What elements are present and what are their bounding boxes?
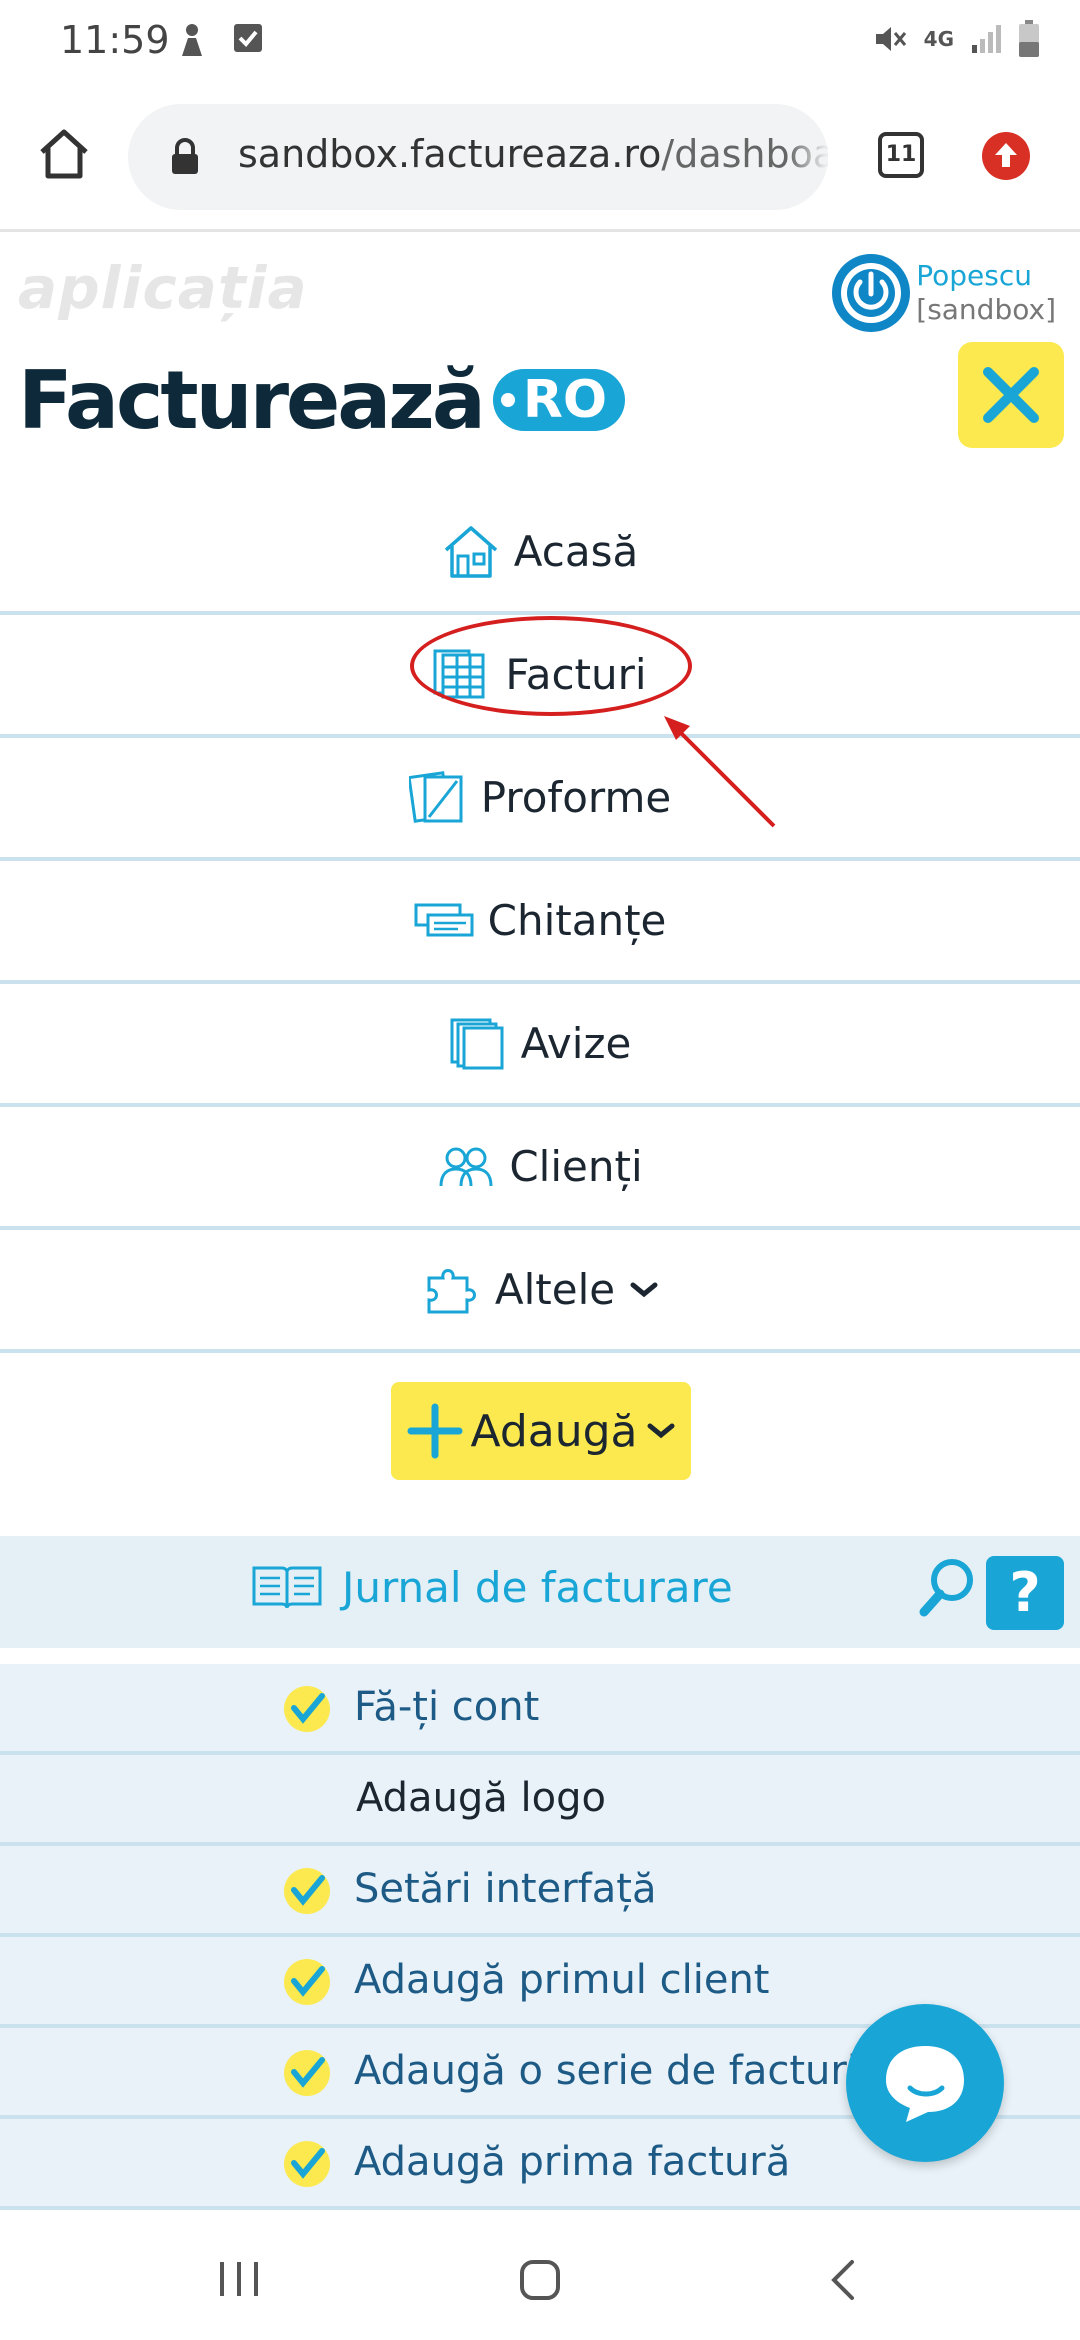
notices-icon <box>450 1018 504 1069</box>
app-label: aplicația <box>18 254 308 322</box>
checklist-item[interactable]: Fă-ți cont <box>0 1664 1080 1755</box>
menu-label: Acasă <box>513 527 639 576</box>
app-header: aplicația Facturează RO Popescu [sandbox… <box>0 232 1080 492</box>
check-icon <box>284 2141 330 2187</box>
check-icon <box>284 1868 330 1914</box>
url-host: sandbox.factureaza.ro <box>238 132 662 176</box>
menu-item-proforme[interactable]: Proforme <box>0 738 1080 861</box>
check-icon <box>284 1959 330 2005</box>
mute-icon <box>875 27 906 51</box>
chevron-down-icon <box>647 1423 674 1439</box>
checklist-item[interactable]: Setări interfață <box>0 1846 1080 1937</box>
puzzle-icon <box>427 1268 476 1313</box>
notification-person-icon <box>182 24 202 56</box>
address-bar[interactable]: sandbox.factureaza.ro/dashboard <box>128 104 828 210</box>
menu-label: Chitanțe <box>487 896 667 945</box>
menu-label: Proforme <box>480 773 672 822</box>
menu-item-clienti[interactable]: Clienți <box>0 1107 1080 1230</box>
checklist-label: Setări interfață <box>354 1866 657 1912</box>
check-icon <box>284 1686 330 1732</box>
close-icon <box>983 367 1039 423</box>
check-icon <box>284 2050 330 2096</box>
menu-item-chitante[interactable]: Chitanțe <box>0 861 1080 984</box>
help-button[interactable]: ? <box>986 1556 1064 1630</box>
user-context: [sandbox] <box>916 293 1056 326</box>
menu-label: Clienți <box>509 1142 643 1191</box>
journal-title: Jurnal de facturare <box>342 1562 733 1612</box>
user-account[interactable]: Popescu [sandbox] <box>832 254 1056 332</box>
system-nav-bar <box>0 2218 1080 2340</box>
url-text: sandbox.factureaza.ro/dashboard <box>238 132 828 176</box>
user-name[interactable]: Popescu <box>916 259 1056 293</box>
menu-label: Altele <box>494 1265 616 1314</box>
chevron-down-icon <box>630 1282 658 1297</box>
journal-header: Jurnal de facturare ? <box>0 1536 1080 1648</box>
menu-label: Avize <box>520 1019 632 1068</box>
menu-item-altele[interactable]: Altele <box>0 1230 1080 1353</box>
update-icon[interactable] <box>982 132 1030 180</box>
menu-item-avize[interactable]: Avize <box>0 984 1080 1107</box>
home-nav-icon[interactable] <box>518 2258 562 2302</box>
search-icon[interactable] <box>916 1556 978 1622</box>
tab-switcher-button[interactable]: 11 <box>878 132 924 178</box>
browser-toolbar: sandbox.factureaza.ro/dashboard 11 <box>0 84 1080 232</box>
checklist-label: Fă-ți cont <box>354 1684 540 1730</box>
checklist-label: Adaugă primul client <box>354 1957 770 2003</box>
status-bar: 11:59 4G <box>0 0 1080 84</box>
close-menu-button[interactable] <box>958 342 1064 448</box>
annotation-highlight-oval <box>410 616 692 716</box>
add-button[interactable]: Adaugă <box>391 1382 691 1480</box>
chat-button[interactable] <box>846 2004 1004 2162</box>
notification-check-icon <box>234 24 262 52</box>
recent-apps-icon[interactable] <box>216 2258 262 2300</box>
brand-name: Facturează <box>18 353 486 447</box>
status-time: 11:59 <box>60 18 170 62</box>
home-icon[interactable] <box>34 124 94 184</box>
back-icon[interactable] <box>826 2256 860 2304</box>
signal-icon <box>972 25 1001 53</box>
brand-logo[interactable]: Facturează RO <box>18 354 626 447</box>
receipts-icon <box>414 903 474 936</box>
plus-icon <box>407 1403 462 1459</box>
power-icon[interactable] <box>832 254 911 332</box>
checklist-item[interactable]: Adaugă logo <box>0 1755 1080 1846</box>
proforma-icon <box>408 770 463 823</box>
journal-title-link[interactable]: Jurnal de facturare <box>250 1562 733 1612</box>
checklist-label: Adaugă prima factură <box>354 2139 791 2185</box>
battery-icon <box>1019 20 1039 57</box>
menu-item-acasa[interactable]: Acasă <box>0 492 1080 615</box>
checklist-label: Adaugă o serie de facturi <box>354 2048 858 2094</box>
house-icon <box>444 525 497 578</box>
brand-badge: RO <box>492 369 626 431</box>
network-label: 4G <box>923 27 954 51</box>
add-label: Adaugă <box>470 1405 638 1457</box>
lock-icon <box>172 138 198 174</box>
chat-icon <box>886 2046 964 2122</box>
checklist-label: Adaugă logo <box>356 1775 606 1821</box>
journal-book-icon <box>252 1566 322 1609</box>
clients-icon <box>439 1147 493 1186</box>
